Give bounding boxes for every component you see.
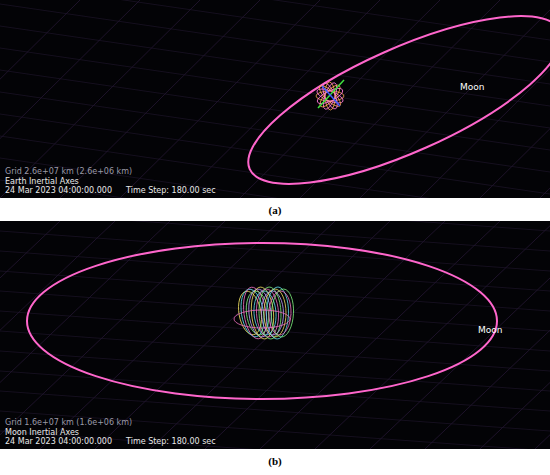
axes-label: Earth Inertial Axes [5, 177, 216, 186]
orbit-view[interactable]: Moon Grid 1.6e+07 km (1.6e+06 km)Moon Ine… [0, 221, 550, 449]
caption: (b) [0, 449, 550, 472]
moon-orbit [229, 0, 550, 198]
caption: (a) [0, 198, 550, 221]
time-step-label: Time Step: 180.00 sec [126, 186, 216, 195]
moon-label: Moon [460, 82, 484, 92]
axis-icon [318, 80, 344, 108]
info-overlay: Grid 1.6e+07 km (1.6e+06 km)Moon Inertia… [5, 418, 216, 446]
info-overlay: Grid 2.6e+07 km (2.6e+06 km)Earth Inerti… [5, 167, 216, 195]
date-label: 24 Mar 2023 04:00:00.000 [5, 437, 112, 446]
grid-label: Grid 1.6e+07 km (1.6e+06 km) [5, 418, 216, 427]
orbit-canvas: Moon [0, 221, 550, 449]
time-step-label: Time Step: 180.00 sec [126, 437, 216, 446]
figure: Moon Grid 2.6e+07 km (2.6e+06 km)Earth In… [0, 0, 550, 475]
date-label: 24 Mar 2023 04:00:00.000 [5, 186, 112, 195]
axes-label: Moon Inertial Axes [5, 428, 216, 437]
spacecraft-orbit [234, 286, 295, 341]
orbit-view[interactable]: Moon Grid 2.6e+07 km (2.6e+06 km)Earth In… [0, 0, 550, 198]
grid-label: Grid 2.6e+07 km (2.6e+06 km) [5, 167, 216, 176]
moon-orbit [27, 243, 497, 399]
moon-label: Moon [478, 325, 502, 335]
